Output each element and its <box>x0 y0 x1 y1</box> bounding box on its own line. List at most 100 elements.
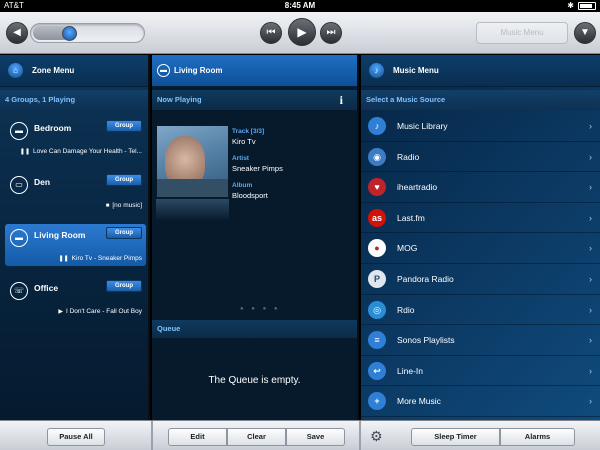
next-track-button[interactable]: ⏭ <box>320 22 342 44</box>
stop-icon: ■ <box>105 203 110 209</box>
music-source-pandora-radio[interactable]: P Pandora Radio › <box>361 264 600 295</box>
speaker-icon: ▬ <box>10 122 28 140</box>
play-button[interactable]: ▶ <box>288 18 316 46</box>
zone-menu-header: ⌂ Zone Menu <box>0 55 148 87</box>
music-source-label: iheartradio <box>397 182 438 193</box>
music-menu-title: Music Menu <box>393 66 439 75</box>
group-button[interactable]: Group <box>106 227 142 239</box>
music-source-label: Sonos Playlists <box>397 335 455 346</box>
music-menu-panel: ♪ Music Menu Select a Music Source ♪ Musi… <box>361 55 600 420</box>
zone-card-living-room[interactable]: ▬ Living Room Group ❚❚ Kiro Tv - Sneaker … <box>5 224 146 266</box>
status-bar: AT&T 8:45 AM ✱ <box>0 0 600 12</box>
music-source-line-in[interactable]: ↩ Line-In › <box>361 356 600 387</box>
chevron-right-icon: › <box>589 304 592 315</box>
volume-knob[interactable] <box>61 26 77 41</box>
save-button[interactable]: Save <box>286 428 345 446</box>
zone-name: Bedroom <box>34 123 72 133</box>
rdio-icon: ◎ <box>368 300 386 319</box>
lastfm-icon: as <box>368 208 386 227</box>
plus-icon: + <box>368 392 386 411</box>
music-source-rdio[interactable]: ◎ Rdio › <box>361 295 600 326</box>
back-arrow-icon[interactable]: ◀ <box>6 22 28 44</box>
speaker-icon: ▬ <box>157 64 170 77</box>
room-header: ▬ Living Room <box>152 55 357 87</box>
now-playing-panel: ▬ Living Room Now Playing i Track [3/3] … <box>152 55 359 420</box>
music-source-list: ♪ Music Library › ◉ Radio › ♥ iheartradio › as Las… <box>361 111 600 417</box>
info-icon[interactable]: i <box>340 90 343 110</box>
artist-label: Artist <box>232 155 249 162</box>
pause-icon: ❚❚ <box>58 256 69 262</box>
top-toolbar: ◀ ⏮ ▶ ⏭ Music Menu ▼ <box>0 12 600 54</box>
artist-info: Artist Sneaker Pimps <box>232 154 283 174</box>
clock: 8:45 AM <box>284 1 316 10</box>
zone-menu-panel: ⌂ Zone Menu 4 Groups, 1 Playing ▬ Bedroo… <box>0 55 150 420</box>
music-note-icon: ♪ <box>369 63 384 78</box>
zone-track: ■ [no music] <box>105 202 142 209</box>
zone-card-bedroom[interactable]: ▬ Bedroom Group ❚❚ Love Can Damage Your H… <box>5 117 146 159</box>
room-title: Living Room <box>174 66 223 75</box>
track-info: Track [3/3] Kiro Tv <box>232 127 264 147</box>
music-source-subheader: Select a Music Source <box>361 90 600 110</box>
music-source-sonos-playlists[interactable]: ≡ Sonos Playlists › <box>361 325 600 356</box>
chevron-right-icon: › <box>589 273 592 284</box>
music-source-label: Rdio <box>397 304 415 315</box>
group-button[interactable]: Group <box>106 120 142 132</box>
zone-track: ❚❚ Love Can Damage Your Health - Tel... <box>19 148 142 155</box>
clear-button[interactable]: Clear <box>227 428 286 446</box>
music-source-label: Music Library <box>397 121 448 131</box>
home-icon: ⌂ <box>8 63 23 78</box>
speaker-icon: ▭ <box>10 176 28 194</box>
music-source-music-library[interactable]: ♪ Music Library › <box>361 111 600 142</box>
album-name: Bloodsport <box>232 191 268 200</box>
previous-track-button[interactable]: ⏮ <box>260 22 282 44</box>
group-button[interactable]: Group <box>106 280 142 292</box>
queue-header: Queue <box>152 320 357 338</box>
volume-slider[interactable] <box>30 23 145 43</box>
music-source-label: Last.fm <box>397 212 425 223</box>
music-menu-header: ♪ Music Menu <box>361 55 600 87</box>
edit-button[interactable]: Edit <box>168 428 227 446</box>
mog-icon: ● <box>368 239 386 258</box>
now-playing-title: Now Playing <box>157 95 202 104</box>
track-name: Kiro Tv <box>232 137 256 146</box>
music-source-last-fm[interactable]: as Last.fm › <box>361 203 600 234</box>
chevron-down-icon[interactable]: ▼ <box>574 22 596 44</box>
bluetooth-icon: ✱ <box>567 1 574 10</box>
chevron-right-icon: › <box>589 396 592 407</box>
pause-all-button[interactable]: Pause All <box>47 428 105 446</box>
music-source-mog[interactable]: ● MOG › <box>361 233 600 264</box>
music-source-more-music[interactable]: + More Music › <box>361 386 600 417</box>
zone-name: Living Room <box>34 230 86 240</box>
music-menu-button[interactable]: Music Menu <box>476 22 568 44</box>
sleep-timer-button[interactable]: Sleep Timer <box>411 428 500 446</box>
now-playing-header: Now Playing i <box>152 90 357 110</box>
page-indicator: ● ● ● ● <box>240 306 281 312</box>
music-source-label: Radio <box>397 151 420 162</box>
alarms-button[interactable]: Alarms <box>500 428 575 446</box>
music-source-label: MOG <box>397 243 418 254</box>
zone-summary: 4 Groups, 1 Playing <box>0 90 148 110</box>
artist-name: Sneaker Pimps <box>232 164 283 173</box>
zone-track: ❚❚ Kiro Tv - Sneaker Pimps <box>58 255 142 262</box>
gear-icon[interactable]: ⚙ <box>370 427 383 445</box>
zone-track: ▶ I Don't Care - Fall Out Boy <box>58 308 142 315</box>
album-art-reflection <box>156 199 229 221</box>
chevron-right-icon: › <box>589 243 592 254</box>
speaker-icon: ☏ <box>10 282 28 300</box>
radio-icon: ◉ <box>368 147 386 166</box>
pandora-icon: P <box>368 269 386 288</box>
group-button[interactable]: Group <box>106 174 142 186</box>
music-note-icon: ♪ <box>368 117 386 135</box>
music-source-label: Pandora Radio <box>397 273 454 284</box>
zone-menu-title: Zone Menu <box>32 66 75 75</box>
iheartradio-icon: ♥ <box>368 178 386 197</box>
album-info: Album Bloodsport <box>232 181 268 201</box>
music-source-radio[interactable]: ◉ Radio › <box>361 142 600 173</box>
album-label: Album <box>232 182 253 189</box>
queue-empty-message: The Queue is empty. <box>208 375 301 386</box>
zone-card-office[interactable]: ☏ Office Group ▶ I Don't Care - Fall Out … <box>5 277 146 319</box>
zone-card-den[interactable]: ▭ Den Group ■ [no music] <box>5 171 146 213</box>
album-art[interactable] <box>156 125 229 198</box>
chevron-right-icon: › <box>589 212 592 223</box>
music-source-iheartradio[interactable]: ♥ iheartradio › <box>361 172 600 203</box>
